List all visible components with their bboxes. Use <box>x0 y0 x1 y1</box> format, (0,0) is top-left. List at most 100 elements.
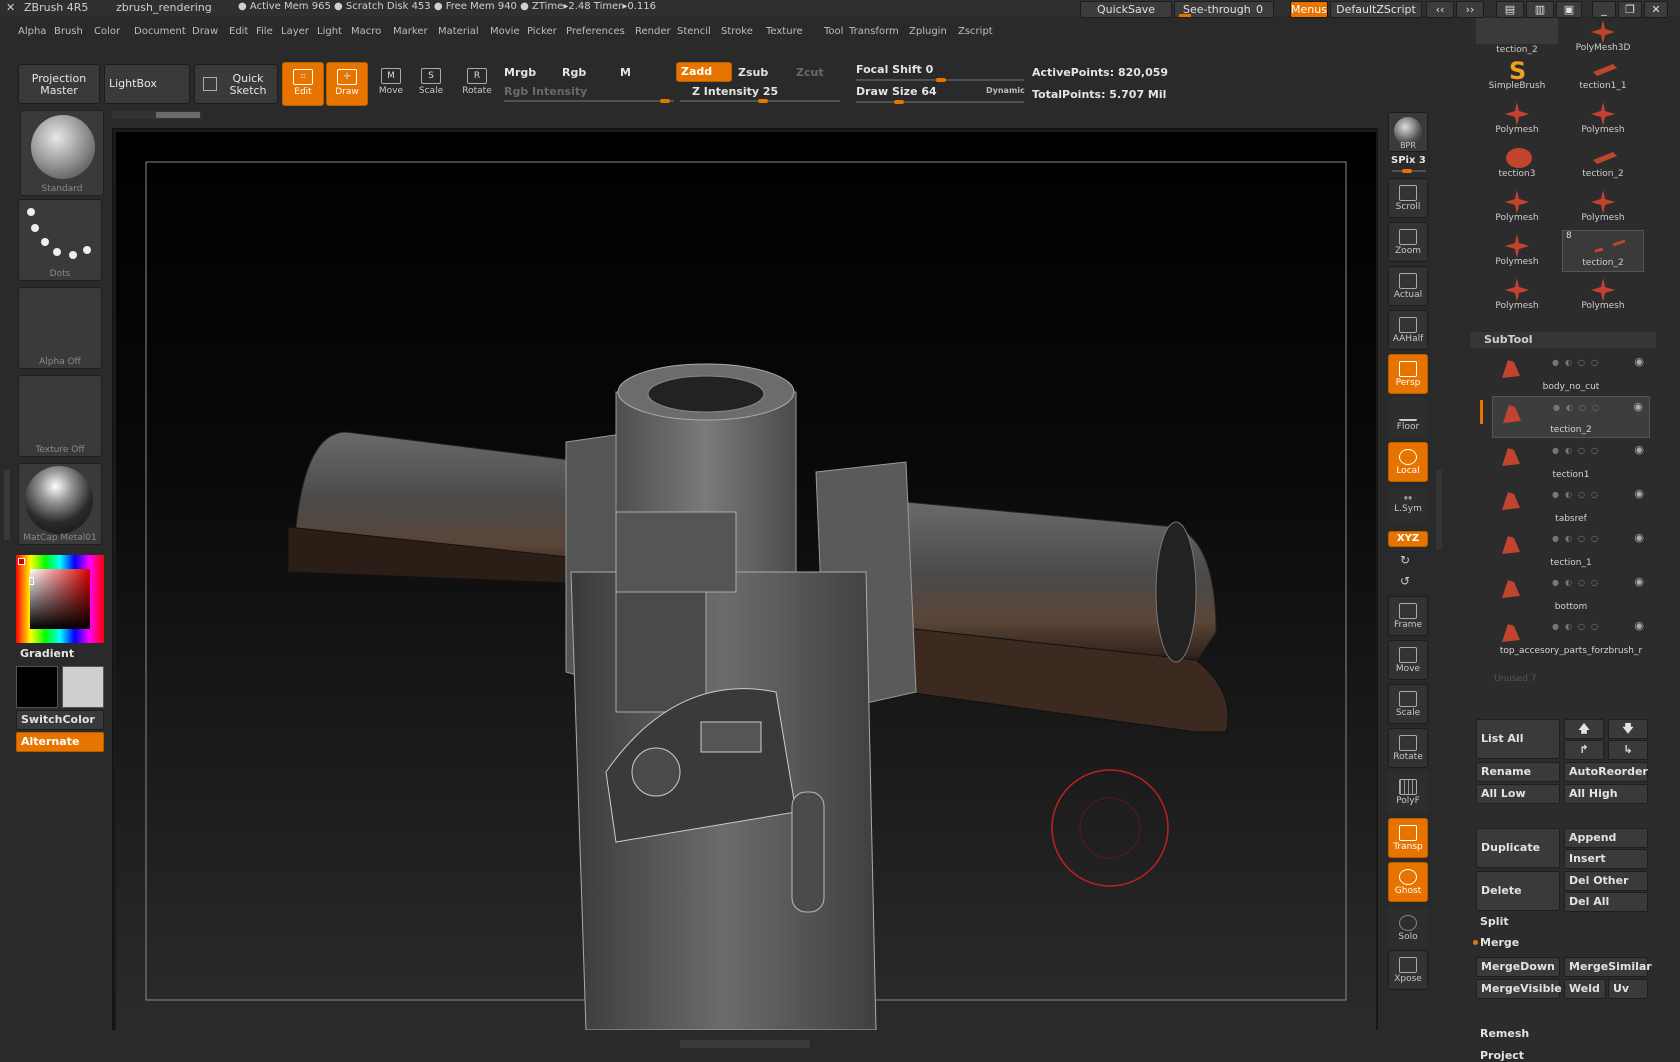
solo-button[interactable]: Solo <box>1388 908 1428 948</box>
insert-below-icon[interactable]: ↳ <box>1608 740 1648 760</box>
aahalf-button[interactable]: AAHalf <box>1388 310 1428 350</box>
project-section[interactable]: Project <box>1480 1049 1524 1062</box>
menu-layer[interactable]: Layer <box>281 26 309 37</box>
zoom-button[interactable]: Zoom <box>1388 222 1428 262</box>
zadd-toggle[interactable]: Zadd <box>676 62 732 82</box>
local-button[interactable]: Local <box>1388 442 1428 482</box>
tool-thumb-polymesh[interactable]: Polymesh <box>1476 274 1558 316</box>
tool-thumb-tection3[interactable]: tection3 <box>1476 142 1558 184</box>
floor-button[interactable]: Floor <box>1388 398 1428 438</box>
merge-section[interactable]: Merge <box>1480 936 1519 949</box>
menu-texture[interactable]: Texture <box>766 26 803 37</box>
menu-transform[interactable]: Transform <box>849 26 899 37</box>
ui-layout-next-icon[interactable]: ›› <box>1456 1 1484 18</box>
mergesimilar-button[interactable]: MergeSimilar <box>1564 957 1652 977</box>
tool-thumb-tection-2[interactable]: tection_2 8 <box>1562 230 1644 272</box>
canvas-hscroll-track[interactable] <box>112 111 202 119</box>
spix-slider[interactable] <box>1392 169 1426 173</box>
menu-tool[interactable]: Tool <box>824 26 843 37</box>
menu-color[interactable]: Color <box>94 26 120 37</box>
move-down-icon[interactable]: 🡇 <box>1608 719 1648 739</box>
menu-macro[interactable]: Macro <box>351 26 381 37</box>
autoreorder-button[interactable]: AutoReorder <box>1564 762 1648 782</box>
focal-shift-slider[interactable] <box>856 78 1024 82</box>
rotate-view-button[interactable]: Rotate <box>1388 728 1428 768</box>
rgb-intensity-slider[interactable] <box>504 99 674 103</box>
gradient-label[interactable]: Gradient <box>20 647 74 660</box>
polyf-button[interactable]: PolyF <box>1388 772 1428 812</box>
menu-document[interactable]: Document <box>134 26 186 37</box>
subtool-item[interactable]: ●◐○○ ◉ bottom <box>1492 572 1650 614</box>
menu-edit[interactable]: Edit <box>229 26 248 37</box>
see-through-slider[interactable]: See-through 0 <box>1174 1 1274 18</box>
color-picker-square[interactable] <box>30 569 90 629</box>
move-mode-button[interactable]: M Move <box>370 62 412 106</box>
subtool-item[interactable]: ●◐○○ ◉ tection_2 <box>1492 396 1650 438</box>
tool-thumb-tection-2[interactable]: tection_2 <box>1476 18 1558 55</box>
menu-brush[interactable]: Brush <box>54 26 83 37</box>
left-tray-handle[interactable] <box>4 470 10 540</box>
transp-button[interactable]: Transp <box>1388 818 1428 858</box>
primary-color-swatch[interactable] <box>16 666 58 708</box>
del-other-button[interactable]: Del Other <box>1564 871 1648 891</box>
ui-layout-prev-icon[interactable]: ‹‹ <box>1426 1 1454 18</box>
mergevisible-button[interactable]: MergeVisible <box>1476 979 1562 999</box>
scroll-button[interactable]: Scroll <box>1388 178 1428 218</box>
eye-icon[interactable]: ◉ <box>1634 443 1644 456</box>
eye-icon[interactable]: ◉ <box>1634 355 1644 368</box>
tool-thumb-polymesh[interactable]: Polymesh <box>1476 98 1558 140</box>
draw-size-slider[interactable] <box>856 100 1024 104</box>
secondary-color-swatch[interactable] <box>62 666 104 708</box>
document-canvas[interactable] <box>116 132 1376 1030</box>
menu-preferences[interactable]: Preferences <box>566 26 625 37</box>
alpha-selector[interactable]: Alpha Off <box>18 287 102 369</box>
tool-thumb-polymesh[interactable]: Polymesh <box>1476 230 1558 272</box>
subtool-scroll-marker[interactable] <box>1480 400 1483 424</box>
menu-movie[interactable]: Movie <box>490 26 520 37</box>
switchcolor-button[interactable]: SwitchColor <box>16 710 104 730</box>
subtool-header[interactable]: SubTool <box>1470 332 1656 348</box>
bottom-tray-handle[interactable] <box>680 1040 810 1048</box>
subtool-item[interactable]: ●◐○○ ◉ top_accesory_parts_forzbrush_r <box>1492 616 1650 658</box>
tool-thumb-polymesh3d[interactable]: PolyMesh3D <box>1562 16 1644 58</box>
tool-thumb-tection-2[interactable]: tection_2 <box>1562 142 1644 184</box>
mrgb-toggle[interactable]: Mrgb <box>504 66 536 79</box>
menu-picker[interactable]: Picker <box>527 26 557 37</box>
z-intensity-slider[interactable] <box>680 99 840 103</box>
move-view-button[interactable]: Move <box>1388 640 1428 680</box>
menu-stroke[interactable]: Stroke <box>721 26 753 37</box>
rotate-z-icon[interactable]: ↺ <box>1400 574 1410 588</box>
menu-zplugin[interactable]: Zplugin <box>909 26 947 37</box>
tool-thumb-polymesh[interactable]: Polymesh <box>1562 186 1644 228</box>
duplicate-button[interactable]: Duplicate <box>1476 828 1560 868</box>
persp-button[interactable]: Persp <box>1388 354 1428 394</box>
edit-mode-button[interactable]: ⌗ Edit <box>282 62 324 106</box>
quicksave-button[interactable]: QuickSave <box>1080 1 1172 18</box>
ghost-button[interactable]: Ghost <box>1388 862 1428 902</box>
projection-master-button[interactable]: Projection Master <box>18 64 100 104</box>
delete-button[interactable]: Delete <box>1476 871 1560 911</box>
remesh-section[interactable]: Remesh <box>1480 1027 1529 1040</box>
actual-button[interactable]: Actual <box>1388 266 1428 306</box>
menu-stencil[interactable]: Stencil <box>677 26 711 37</box>
eye-icon[interactable]: ◉ <box>1634 575 1644 588</box>
insert-button[interactable]: Insert <box>1564 849 1648 869</box>
color-picker[interactable] <box>16 555 104 643</box>
menu-file[interactable]: File <box>256 26 273 37</box>
lsym-button[interactable]: ↔ L.Sym <box>1388 488 1428 522</box>
frame-button[interactable]: Frame <box>1388 596 1428 636</box>
xpose-button[interactable]: Xpose <box>1388 950 1428 990</box>
tool-thumb-polymesh[interactable]: Polymesh <box>1562 98 1644 140</box>
default-zscript-button[interactable]: DefaultZScript <box>1330 1 1422 18</box>
subtool-item[interactable]: ●◐○○ ◉ tection1 <box>1492 440 1650 482</box>
menu-render[interactable]: Render <box>635 26 671 37</box>
all-high-button[interactable]: All High <box>1564 784 1648 804</box>
subtool-item[interactable]: ●◐○○ ◉ body_no_cut <box>1492 352 1650 394</box>
all-low-button[interactable]: All Low <box>1476 784 1560 804</box>
eye-icon[interactable]: ◉ <box>1634 531 1644 544</box>
mergedown-button[interactable]: MergeDown <box>1476 957 1560 977</box>
xyz-toggle[interactable]: XYZ <box>1388 531 1428 547</box>
rotate-y-icon[interactable]: ↻ <box>1400 553 1410 567</box>
subtool-item[interactable]: ●◐○○ ◉ tection_1 <box>1492 528 1650 570</box>
brush-selector[interactable]: Standard <box>20 110 104 196</box>
